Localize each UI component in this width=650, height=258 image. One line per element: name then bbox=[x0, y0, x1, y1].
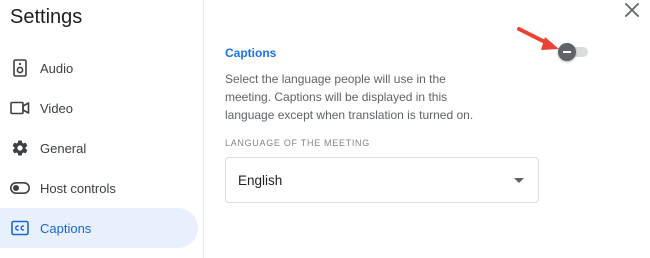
sidebar-item-label: Audio bbox=[40, 60, 74, 76]
sidebar-item-label: Video bbox=[40, 100, 74, 116]
sidebar-item-label: Host controls bbox=[40, 180, 116, 196]
captions-section-title: Captions bbox=[225, 46, 277, 60]
sidebar-item-host-controls[interactable]: Host controls bbox=[0, 168, 198, 208]
sidebar-item-label: Captions bbox=[40, 220, 92, 236]
sidebar-item-general[interactable]: General bbox=[0, 128, 198, 168]
toggle-icon bbox=[10, 178, 30, 198]
dialog-title: Settings bbox=[10, 6, 83, 28]
captions-description: Select the language people will use in t… bbox=[225, 72, 474, 122]
language-select-value: English bbox=[238, 172, 283, 188]
sidebar-item-audio[interactable]: Audio bbox=[0, 48, 198, 88]
sidebar-item-captions[interactable]: Captions bbox=[0, 208, 198, 248]
sidebar-item-video[interactable]: Video bbox=[0, 88, 198, 128]
dropdown-arrow-icon bbox=[514, 178, 524, 183]
close-icon bbox=[625, 2, 639, 22]
language-field-label: LANGUAGE OF THE MEETING bbox=[225, 138, 370, 148]
gear-icon bbox=[10, 138, 30, 158]
toggle-thumb bbox=[558, 43, 576, 61]
language-select[interactable]: English bbox=[225, 157, 539, 203]
minus-icon bbox=[563, 51, 571, 53]
annotation-arrow-icon bbox=[517, 27, 559, 50]
settings-dialog: Settings Audio Video General Host contro… bbox=[0, 0, 650, 258]
sidebar-item-label: General bbox=[40, 140, 87, 156]
speaker-icon bbox=[10, 58, 30, 78]
captions-toggle[interactable] bbox=[558, 43, 590, 61]
settings-sidebar: Settings Audio Video General Host contro… bbox=[0, 0, 204, 258]
video-camera-icon bbox=[10, 98, 30, 118]
closed-captions-icon bbox=[10, 218, 30, 238]
close-button[interactable] bbox=[620, 0, 644, 24]
